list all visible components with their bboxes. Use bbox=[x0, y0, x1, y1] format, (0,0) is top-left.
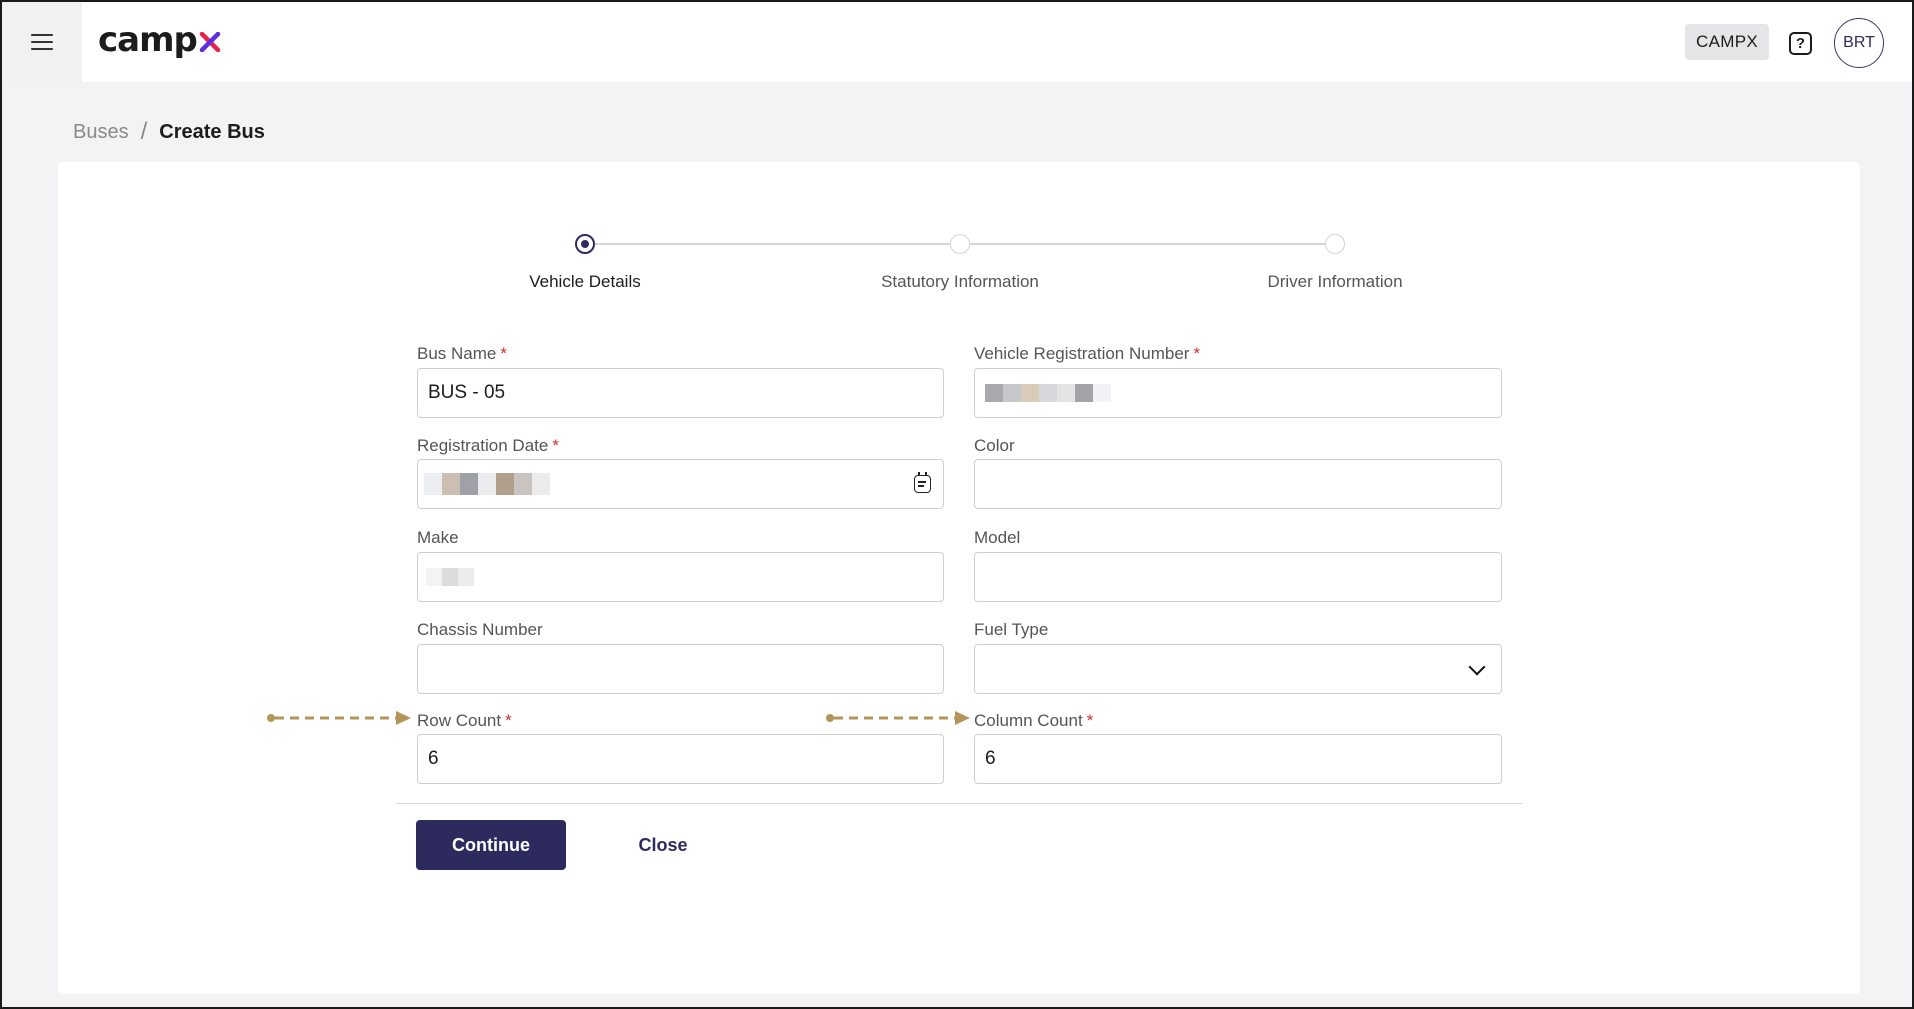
step-label-driver-information[interactable]: Driver Information bbox=[1205, 272, 1465, 292]
institution-badge[interactable]: CAMPX bbox=[1685, 24, 1769, 60]
model-label-text: Model bbox=[974, 528, 1021, 547]
redacted-value bbox=[424, 473, 550, 495]
menu-button[interactable] bbox=[2, 2, 82, 82]
required-mark: * bbox=[500, 344, 507, 363]
row-count-input[interactable]: 6 bbox=[417, 734, 944, 784]
step-label-statutory-information[interactable]: Statutory Information bbox=[830, 272, 1090, 292]
registration-number-input[interactable] bbox=[974, 368, 1502, 418]
close-button[interactable]: Close bbox=[608, 820, 718, 870]
column-count-input[interactable]: 6 bbox=[974, 734, 1502, 784]
logo-text: camp bbox=[98, 20, 198, 60]
stepper-connector bbox=[962, 243, 1338, 245]
breadcrumb-buses-link[interactable]: Buses bbox=[73, 121, 129, 144]
fuel-type-label-text: Fuel Type bbox=[974, 620, 1049, 639]
registration-date-input[interactable] bbox=[417, 459, 944, 509]
help-icon[interactable]: ? bbox=[1789, 32, 1812, 55]
row-count-value: 6 bbox=[428, 748, 439, 769]
bus-name-value: BUS - 05 bbox=[428, 382, 506, 403]
breadcrumb: Buses / Create Bus bbox=[73, 118, 265, 146]
chassis-number-label: Chassis Number bbox=[417, 620, 543, 640]
registration-date-label-text: Registration Date bbox=[417, 436, 549, 455]
column-count-label: Column Count * bbox=[974, 711, 1093, 731]
continue-button[interactable]: Continue bbox=[416, 820, 566, 870]
row-count-label-text: Row Count bbox=[417, 711, 502, 730]
app-logo[interactable]: camp bbox=[98, 20, 223, 60]
bus-name-input[interactable]: BUS - 05 bbox=[417, 368, 944, 418]
stepper-connector bbox=[587, 243, 963, 245]
make-label: Make bbox=[417, 528, 459, 548]
step-dot-vehicle-details[interactable] bbox=[575, 234, 595, 254]
bus-name-label-text: Bus Name bbox=[417, 344, 497, 363]
redacted-value bbox=[426, 568, 474, 586]
annotation-arrow-column-count bbox=[826, 711, 970, 725]
required-mark: * bbox=[1086, 711, 1094, 730]
chevron-down-icon[interactable] bbox=[1468, 658, 1486, 676]
chassis-number-input[interactable] bbox=[417, 644, 944, 694]
required-mark: * bbox=[552, 436, 559, 455]
registration-number-label-text: Vehicle Registration Number bbox=[974, 344, 1190, 363]
row-count-label: Row Count * bbox=[417, 711, 512, 731]
column-count-value: 6 bbox=[985, 748, 996, 769]
model-input[interactable] bbox=[974, 552, 1502, 602]
registration-number-label: Vehicle Registration Number * bbox=[974, 344, 1200, 364]
hamburger-menu-icon bbox=[31, 34, 53, 50]
step-dot-driver-information[interactable] bbox=[1325, 234, 1345, 254]
create-bus-card: Vehicle Details Statutory Information Dr… bbox=[58, 162, 1860, 994]
make-input[interactable] bbox=[417, 552, 944, 602]
breadcrumb-current: Create Bus bbox=[159, 120, 265, 143]
step-dot-statutory-information[interactable] bbox=[950, 234, 970, 254]
redacted-value bbox=[985, 384, 1111, 402]
step-label-vehicle-details[interactable]: Vehicle Details bbox=[455, 272, 715, 292]
make-label-text: Make bbox=[417, 528, 459, 547]
required-mark: * bbox=[1193, 344, 1201, 363]
model-label: Model bbox=[974, 528, 1020, 548]
column-count-label-text: Column Count bbox=[974, 711, 1083, 730]
fuel-type-select[interactable] bbox=[974, 644, 1502, 694]
registration-date-label: Registration Date * bbox=[417, 436, 559, 456]
required-mark: * bbox=[505, 711, 512, 730]
form-divider bbox=[396, 803, 1522, 804]
bus-name-label: Bus Name * bbox=[417, 344, 507, 364]
color-input[interactable] bbox=[974, 459, 1502, 509]
logo-x-mark bbox=[197, 20, 223, 60]
fuel-type-label: Fuel Type bbox=[974, 620, 1048, 640]
breadcrumb-separator: / bbox=[140, 118, 148, 145]
color-label: Color bbox=[974, 436, 1015, 456]
calendar-icon[interactable] bbox=[914, 472, 931, 493]
user-avatar[interactable]: BRT bbox=[1834, 18, 1884, 68]
annotation-arrow-row-count bbox=[267, 711, 411, 725]
color-label-text: Color bbox=[974, 436, 1015, 455]
chassis-number-label-text: Chassis Number bbox=[417, 620, 543, 639]
top-bar: camp CAMPX ? BRT bbox=[2, 2, 1912, 82]
